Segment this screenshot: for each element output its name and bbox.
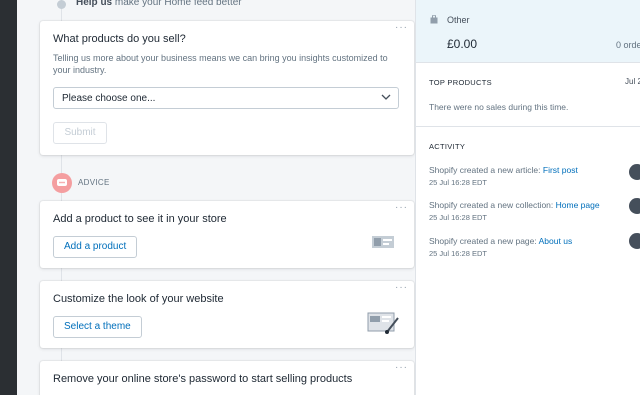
add-product-button[interactable]: Add a product	[53, 236, 138, 258]
no-sales-text: There were no sales during this time.	[429, 102, 569, 112]
shopify-avatar-icon	[629, 233, 640, 249]
activity-link[interactable]: About us	[539, 236, 573, 246]
survey-card: ··· What products do you sell? Telling u…	[40, 21, 414, 155]
shopify-avatar-icon	[629, 164, 640, 180]
other-orders: 0 orde	[616, 40, 640, 50]
activity-link[interactable]: First post	[543, 165, 578, 175]
other-channel-box: Other £0.00 0 orde	[416, 0, 640, 62]
survey-title: What products do you sell?	[53, 33, 186, 45]
shopify-avatar-icon	[629, 198, 640, 214]
activity-item: Shopify created a new collection: Home p…	[429, 200, 640, 222]
activity-title: ACTIVITY	[429, 142, 466, 151]
theme-card: ··· Customize the look of your website S…	[40, 281, 414, 348]
theme-title: Customize the look of your website	[53, 293, 224, 305]
activity-text: Shopify created a new article:	[429, 165, 543, 175]
divider	[416, 126, 640, 127]
password-title: Remove your online store's password to s…	[53, 373, 353, 385]
submit-button[interactable]: Submit	[53, 122, 107, 144]
card-menu-icon[interactable]: ···	[395, 203, 408, 213]
right-panel: Other £0.00 0 orde TOP PRODUCTS Jul 2 Th…	[415, 0, 640, 395]
survey-description: Telling us more about your business mean…	[53, 53, 388, 75]
activity-text: Shopify created a new collection:	[429, 200, 556, 210]
other-label: Other	[447, 15, 470, 25]
help-us-text: Help us make your Home feed better	[76, 0, 242, 8]
activity-time: 25 Jul 16:28 EDT	[429, 249, 487, 258]
app-nav-strip	[0, 0, 17, 395]
paint-brush-icon	[367, 312, 399, 334]
password-card: ··· Remove your online store's password …	[40, 361, 414, 395]
activity-item: Shopify created a new page: About us 25 …	[429, 236, 640, 258]
activity-link[interactable]: Home page	[556, 200, 600, 210]
card-menu-icon[interactable]: ···	[395, 283, 408, 293]
add-product-card: ··· Add a product to see it in your stor…	[40, 201, 414, 268]
home-feed: Help us make your Home feed better ··· W…	[17, 0, 415, 395]
chat-bubble-icon	[52, 173, 72, 193]
card-menu-icon[interactable]: ···	[395, 23, 408, 33]
divider	[416, 62, 640, 63]
advice-label: ADVICE	[78, 178, 110, 187]
activity-item: Shopify created a new article: First pos…	[429, 165, 640, 187]
product-illustration-icon	[372, 236, 394, 248]
products-select[interactable]: Please choose one...	[53, 87, 399, 109]
help-us-rest: make your Home feed better	[112, 0, 242, 8]
card-menu-icon[interactable]: ···	[395, 363, 408, 373]
help-us-bold: Help us	[76, 0, 113, 8]
activity-text: Shopify created a new page:	[429, 236, 539, 246]
bag-icon	[430, 15, 438, 24]
timeline-dot	[57, 0, 66, 9]
products-select-value: Please choose one...	[62, 93, 156, 104]
top-products-date[interactable]: Jul 2	[625, 77, 640, 86]
chevron-down-icon	[381, 94, 391, 100]
activity-time: 25 Jul 16:28 EDT	[429, 178, 487, 187]
add-product-title: Add a product to see it in your store	[53, 213, 227, 225]
select-theme-button[interactable]: Select a theme	[53, 316, 142, 338]
other-amount: £0.00	[447, 37, 478, 51]
activity-time: 25 Jul 16:28 EDT	[429, 213, 487, 222]
top-products-title: TOP PRODUCTS	[429, 78, 492, 87]
